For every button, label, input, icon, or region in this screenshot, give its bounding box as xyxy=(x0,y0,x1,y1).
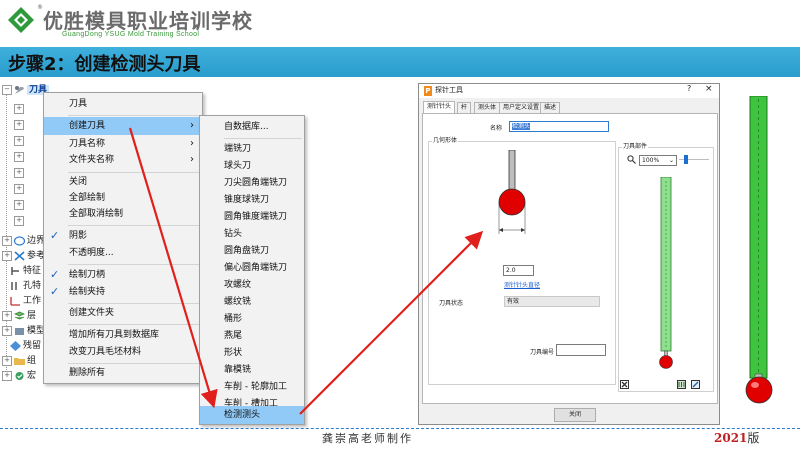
arrow-to-probe-item xyxy=(128,127,218,409)
arrow-to-dialog xyxy=(299,230,484,415)
footer-year: 2021 xyxy=(714,431,748,445)
footer-year-suffix: 版 xyxy=(747,431,760,445)
footer-divider xyxy=(0,428,800,429)
footer-author: 龚崇高老师制作 xyxy=(322,432,413,445)
footer-edition: 2021版 xyxy=(714,429,759,446)
annotation-arrows xyxy=(128,127,484,415)
